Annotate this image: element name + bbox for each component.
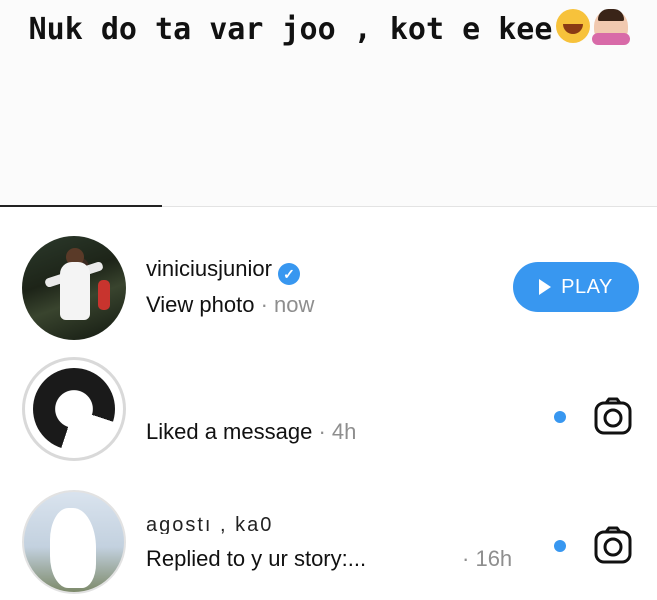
username-text: viniciusjunior: [146, 256, 272, 281]
message-row-liked[interactable]: Liked a message · 4h: [0, 355, 657, 465]
play-button-label: PLAY: [561, 275, 613, 298]
subtitle-text: Liked a message: [146, 419, 313, 444]
message-username: viniciusjunior ✓: [146, 256, 300, 285]
partially-obscured-username: agostı , ka0: [146, 514, 274, 534]
subtitle-separator: ·: [462, 546, 470, 571]
avatar[interactable]: [22, 490, 126, 594]
subtitle-text: View photo: [146, 292, 255, 317]
camera-icon[interactable]: [594, 397, 632, 435]
avatar-obscured-image: [50, 508, 96, 588]
story-caption-area: Nuk do ta var joo , kot e kee: [0, 0, 657, 207]
message-subtitle: Replied to y ur story:...: [146, 546, 366, 572]
subtitle-separator: ·: [318, 419, 326, 444]
avatar-obscured-image: [33, 368, 115, 450]
laughing-face-icon: [556, 9, 591, 43]
message-time: now: [274, 292, 315, 317]
avatar-photo-referee: [98, 280, 110, 310]
unread-dot: [554, 411, 566, 423]
play-button[interactable]: PLAY: [513, 262, 639, 312]
obscured-username: [146, 383, 306, 397]
message-time: 16h: [475, 546, 513, 571]
avatar[interactable]: [22, 357, 126, 461]
message-subtitle: Liked a message · 4h: [146, 419, 356, 445]
subtitle-text: Replied to y ur story:...: [146, 546, 367, 571]
avatar[interactable]: [22, 236, 126, 340]
active-tab-indicator: [0, 205, 162, 207]
verified-badge-icon: ✓: [277, 263, 300, 285]
message-subtitle: View photo · now: [146, 292, 314, 318]
play-icon: [539, 279, 552, 295]
person-shrugging-icon: [592, 9, 631, 45]
story-caption-text: Nuk do ta var joo , kot e kee: [28, 12, 553, 47]
message-time: 4h: [331, 419, 357, 444]
section-divider: [162, 206, 657, 207]
message-time-block: · 16h: [462, 546, 512, 572]
camera-icon[interactable]: [594, 526, 632, 564]
avatar-photo-player: [60, 262, 90, 320]
message-row-replied[interactable]: agostı , ka0 Replied to y ur story:... ·…: [0, 488, 657, 598]
subtitle-separator: ·: [260, 292, 268, 317]
story-caption: Nuk do ta var joo , kot e kee: [10, 8, 647, 52]
unread-dot: [554, 540, 566, 552]
